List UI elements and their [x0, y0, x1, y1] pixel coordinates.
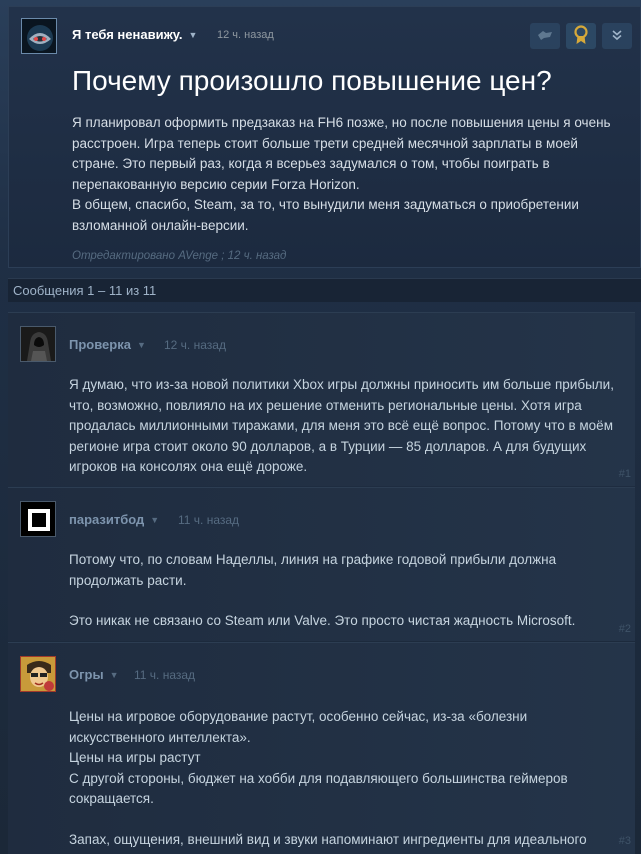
topic-paragraph: В общем, спасибо, Steam, за то, что выну… — [72, 197, 579, 233]
comment-paragraph: С другой стороны, бюджет на хобби для по… — [69, 770, 568, 807]
comment: Проверка ▼ 12 ч. назад Я думаю, что из-за… — [8, 312, 635, 486]
comment-paragraph: Потому что, по словам Наделлы, линия на … — [69, 552, 557, 588]
avatar[interactable] — [20, 656, 56, 692]
comment-body: Потому что, по словам Наделлы, линия на … — [69, 550, 624, 632]
expand-button[interactable] — [602, 23, 632, 49]
comment-body: Цены на игровое оборудование растут, осо… — [69, 707, 624, 854]
flag-icon — [537, 29, 553, 44]
comment-author[interactable]: Проверка ▼ — [69, 337, 146, 352]
avatar[interactable] — [20, 501, 56, 537]
comment-number[interactable]: #2 — [619, 623, 631, 635]
flag-button[interactable] — [530, 23, 560, 49]
comment-number[interactable]: #3 — [619, 835, 631, 847]
comment-timestamp: 11 ч. назад — [134, 668, 196, 682]
page-title: Почему произошло повышение цен? — [72, 65, 552, 96]
comment-paragraph: Цены на игры растут — [69, 750, 201, 765]
topic-author[interactable]: Я тебя ненавижу. ▼ — [72, 27, 197, 42]
comment-paragraph: Это никак не связано со Steam или Valve.… — [69, 613, 576, 628]
comment-timestamp: 11 ч. назад — [178, 513, 240, 527]
award-icon — [574, 24, 588, 48]
topic-timestamp: 12 ч. назад — [217, 29, 274, 41]
chevron-down-icon[interactable]: ▼ — [150, 515, 159, 525]
author-avatar[interactable] — [21, 18, 57, 54]
comment: Огры ▼ 11 ч. назад Цены на игровое оборуд… — [8, 642, 635, 854]
award-button[interactable] — [566, 23, 596, 49]
topic-post: Я тебя ненавижу. ▼ 12 ч. назад Почему про… — [8, 6, 641, 268]
comment-timestamp: 12 ч. назад — [164, 338, 226, 352]
chevron-down-icon[interactable]: ▼ — [137, 340, 146, 350]
comment-paragraph: Цены на игровое оборудование растут, осо… — [69, 709, 528, 745]
comment-paragraph: Я думаю, что из-за новой политики Xbox и… — [69, 377, 614, 474]
messages-count: Сообщения 1 – 11 из 11 — [13, 283, 157, 298]
double-chevron-down-icon — [611, 29, 623, 44]
topic-paragraph: Я планировал оформить предзаказ на FH6 п… — [72, 115, 611, 192]
avatar[interactable] — [20, 326, 56, 362]
edited-note: Отредактировано AVenge ; 12 ч. назад — [72, 250, 287, 262]
comment: паразитбод ▼ 11 ч. назад Потому что, по с… — [8, 487, 635, 641]
chevron-down-icon[interactable]: ▼ — [110, 670, 119, 680]
topic-body: Я планировал оформить предзаказ на FH6 п… — [72, 113, 617, 236]
chevron-down-icon[interactable]: ▼ — [189, 30, 198, 40]
comment-body: Я думаю, что из-за новой политики Xbox и… — [69, 375, 624, 478]
comment-author[interactable]: паразитбод ▼ — [69, 512, 159, 527]
comment-paragraph: Запах, ощущения, внешний вид и звуки нап… — [69, 831, 587, 854]
comment-number[interactable]: #1 — [619, 468, 631, 480]
comment-author[interactable]: Огры ▼ — [69, 667, 119, 682]
